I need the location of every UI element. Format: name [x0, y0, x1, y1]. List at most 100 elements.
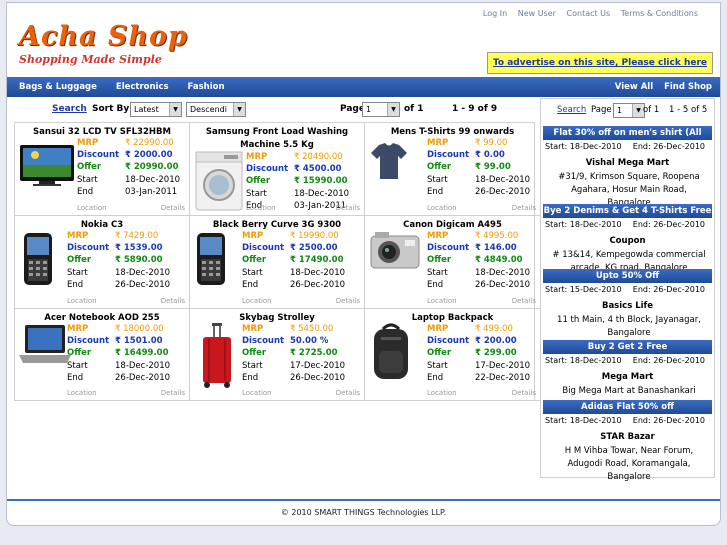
nav-find-shop[interactable]: Find Shop	[664, 82, 712, 92]
offer-start: Start: 18-Dec-2010	[545, 142, 622, 151]
product-mrp: ₹ 99.00	[475, 138, 508, 148]
end-label: End	[67, 372, 84, 383]
details-link[interactable]: Details	[161, 204, 185, 212]
product-end: 26-Dec-2010	[475, 279, 531, 290]
product-grid: Sansui 32 LCD TV SFL32HBM MRP ₹ 22990.00 Di…	[14, 122, 540, 401]
offer-shop[interactable]: Vishal Mega Mart	[541, 157, 714, 169]
details-link[interactable]: Details	[336, 389, 360, 397]
offer-start: Start: 15-Dec-2010	[545, 285, 622, 294]
sidebar-page-select[interactable]: 1 ▼	[613, 103, 645, 118]
details-link[interactable]: Details	[512, 389, 536, 397]
washing-machine-icon[interactable]	[194, 151, 244, 213]
location-link[interactable]: Location	[67, 389, 97, 397]
backpack-icon[interactable]	[369, 323, 413, 383]
product-card[interactable]: Mens T-Shirts 99 onwards MRP ₹ 99.00 Discou…	[365, 123, 540, 216]
sidebar-search-link[interactable]: Search	[557, 99, 586, 121]
logo-tagline: Shopping Made Simple	[19, 53, 162, 66]
product-start: 18-Dec-2010	[125, 174, 181, 185]
product-card[interactable]: Samsung Front Load Washing Machine 5.5 K…	[190, 123, 365, 216]
offer-dates: Start: 18-Dec-2010 End: 26-Dec-2010	[545, 219, 713, 231]
nav-fashion[interactable]: Fashion	[188, 82, 225, 92]
offer-title[interactable]: Bye 2 Denims & Get 4 T-Shirts Free	[543, 204, 712, 218]
product-start: 17-Dec-2010	[290, 360, 346, 371]
search-link[interactable]: Search	[52, 104, 87, 114]
tshirt-icon[interactable]	[369, 141, 409, 183]
product-mrp: ₹ 7429.00	[115, 231, 159, 241]
product-mrp: ₹ 19990.00	[290, 231, 339, 241]
product-card[interactable]: Nokia C3 MRP ₹ 7429.00 Discount ₹ 1539.00 Off…	[15, 216, 190, 309]
end-label: End	[427, 372, 444, 383]
location-link[interactable]: Location	[242, 297, 272, 305]
product-card[interactable]: Skybag Strolley MRP ₹ 5450.00 Discount 50.00…	[190, 309, 365, 401]
offer-dates: Start: 18-Dec-2010 End: 26-Dec-2010	[545, 355, 713, 367]
sort-field-select[interactable]: Latest ▼	[130, 102, 182, 117]
details-link[interactable]: Details	[512, 297, 536, 305]
product-mrp: ₹ 22990.00	[125, 138, 174, 148]
product-offer: ₹ 15990.00	[294, 176, 348, 187]
location-link[interactable]: Location	[242, 389, 272, 397]
product-card[interactable]: Canon Digicam A495 MRP ₹ 4995.00 Discount ₹ …	[365, 216, 540, 309]
details-link[interactable]: Details	[336, 204, 360, 212]
product-discount: ₹ 0.00	[475, 150, 505, 161]
terms-link[interactable]: Terms & Conditions	[621, 9, 698, 18]
suitcase-icon[interactable]	[200, 323, 234, 391]
details-link[interactable]: Details	[161, 297, 185, 305]
product-card[interactable]: Sansui 32 LCD TV SFL32HBM MRP ₹ 22990.00 Di…	[15, 123, 190, 216]
advertise-link[interactable]: To advertise on this site, Please click …	[487, 52, 713, 74]
product-mrp: ₹ 5450.00	[290, 324, 334, 334]
details-link[interactable]: Details	[161, 389, 185, 397]
product-title[interactable]: Samsung Front Load Washing Machine 5.5 K…	[190, 126, 364, 152]
tv-icon[interactable]	[19, 143, 75, 189]
offer-shop[interactable]: STAR Bazar	[541, 431, 714, 443]
sort-order-select[interactable]: Descendi ▼	[186, 102, 246, 117]
location-link[interactable]: Location	[67, 297, 97, 305]
page-select[interactable]: 1 ▼	[362, 102, 400, 117]
offer-label: Offer	[427, 162, 452, 173]
laptop-icon[interactable]	[17, 323, 73, 367]
nav-electronics[interactable]: Electronics	[116, 82, 169, 92]
phone-icon[interactable]	[21, 232, 55, 288]
new-user-link[interactable]: New User	[518, 9, 556, 18]
offer-start: Start: 18-Dec-2010	[545, 220, 622, 229]
location-link[interactable]: Location	[427, 389, 457, 397]
product-discount: ₹ 200.00	[475, 336, 517, 347]
product-discount: 50.00 %	[290, 336, 329, 347]
location-link[interactable]: Location	[427, 297, 457, 305]
location-link[interactable]: Location	[246, 204, 276, 212]
product-card[interactable]: Laptop Backpack MRP ₹ 499.00 Discount ₹ 200.…	[365, 309, 540, 401]
offer-shop[interactable]: Mega Mart	[541, 371, 714, 383]
nav-bags[interactable]: Bags & Luggage	[19, 82, 97, 92]
logo[interactable]: Acha Shop Shopping Made Simple	[19, 21, 188, 67]
discount-label: Discount	[77, 150, 120, 161]
contact-link[interactable]: Contact Us	[567, 9, 611, 18]
start-label: Start	[242, 360, 263, 371]
product-start: 18-Dec-2010	[475, 174, 531, 185]
phone-icon[interactable]	[194, 232, 228, 288]
product-card[interactable]: Black Berry Curve 3G 9300 MRP ₹ 19990.00 Di…	[190, 216, 365, 309]
camera-icon[interactable]	[369, 230, 421, 272]
details-link[interactable]: Details	[512, 204, 536, 212]
mrp-label: MRP	[67, 231, 89, 241]
page-value: 1	[366, 105, 372, 114]
offer-title[interactable]: Flat 30% off on men's shirt (All Range)	[543, 126, 712, 152]
product-end: 03-Jan-2011	[125, 186, 178, 197]
product-discount: ₹ 2000.00	[125, 150, 173, 161]
logo-title: Acha Shop	[19, 21, 188, 52]
offer-title[interactable]: Buy 2 Get 2 Free	[543, 340, 712, 354]
product-card[interactable]: Acer Notebook AOD 255 MRP ₹ 18000.00 Discou…	[15, 309, 190, 401]
product-end: 22-Dec-2010	[475, 372, 531, 383]
sidebar-range: 1 - 5 of 5	[669, 105, 708, 115]
login-link[interactable]: Log In	[483, 9, 507, 18]
offer-shop[interactable]: Basics Life	[541, 300, 714, 312]
offer-shop[interactable]: Coupon	[541, 235, 714, 247]
location-link[interactable]: Location	[77, 204, 107, 212]
product-mrp: ₹ 4995.00	[475, 231, 519, 241]
chevron-down-icon: ▼	[233, 103, 245, 116]
mrp-label: MRP	[77, 138, 99, 148]
offer-title[interactable]: Adidas Flat 50% off	[543, 400, 712, 414]
offer-title[interactable]: Upto 50% Off	[543, 269, 712, 283]
location-link[interactable]: Location	[427, 204, 457, 212]
nav-view-all[interactable]: View All	[615, 82, 653, 92]
details-link[interactable]: Details	[336, 297, 360, 305]
end-label: End	[427, 279, 444, 290]
